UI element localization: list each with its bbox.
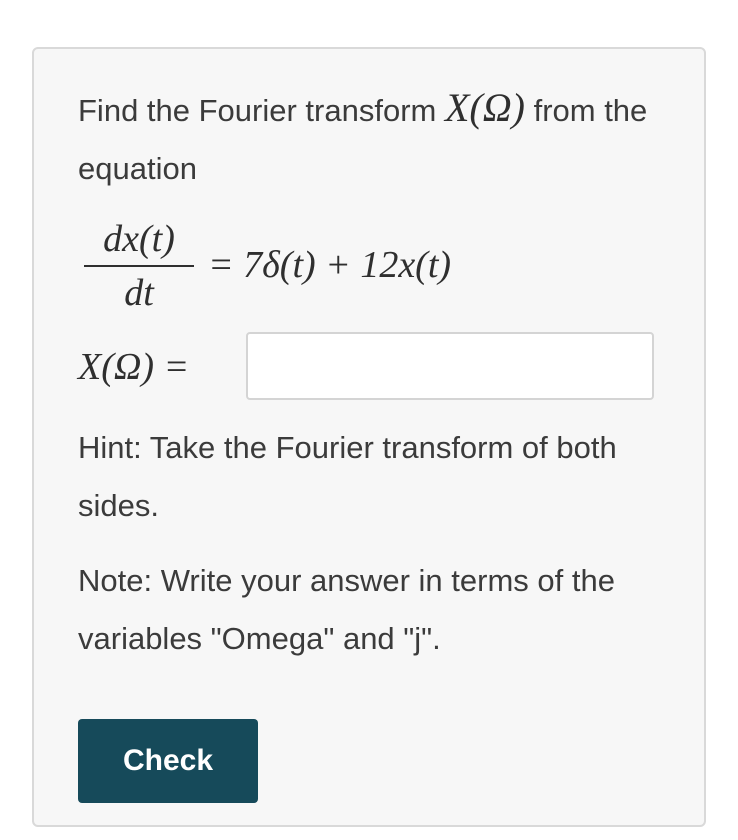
differential-equation: dx(t) dt = 7δ(t) + 12x(t) <box>78 215 678 315</box>
note-text: Note: Write your answer in terms of the … <box>78 563 615 656</box>
answer-label: X(Ω) = <box>78 346 190 388</box>
question-prompt: Find the Fourier transform X(Ω) from the… <box>78 79 678 198</box>
answer-input[interactable] <box>246 332 654 400</box>
answer-row: X(Ω) = <box>78 332 678 402</box>
prompt-math-symbol: X(Ω) <box>444 85 525 130</box>
question-card: Find the Fourier transform X(Ω) from the… <box>32 47 706 827</box>
check-button[interactable]: Check <box>78 719 258 803</box>
prompt-text-before: Find the Fourier transform <box>78 93 445 128</box>
fraction-denominator: dt <box>124 272 154 314</box>
derivative-fraction: dx(t) dt <box>80 215 198 315</box>
hint-text: Hint: Take the Fourier transform of both… <box>78 430 617 523</box>
fraction-numerator: dx(t) <box>103 218 175 260</box>
equation-right-hand-side: = 7δ(t) + 12x(t) <box>208 244 452 286</box>
